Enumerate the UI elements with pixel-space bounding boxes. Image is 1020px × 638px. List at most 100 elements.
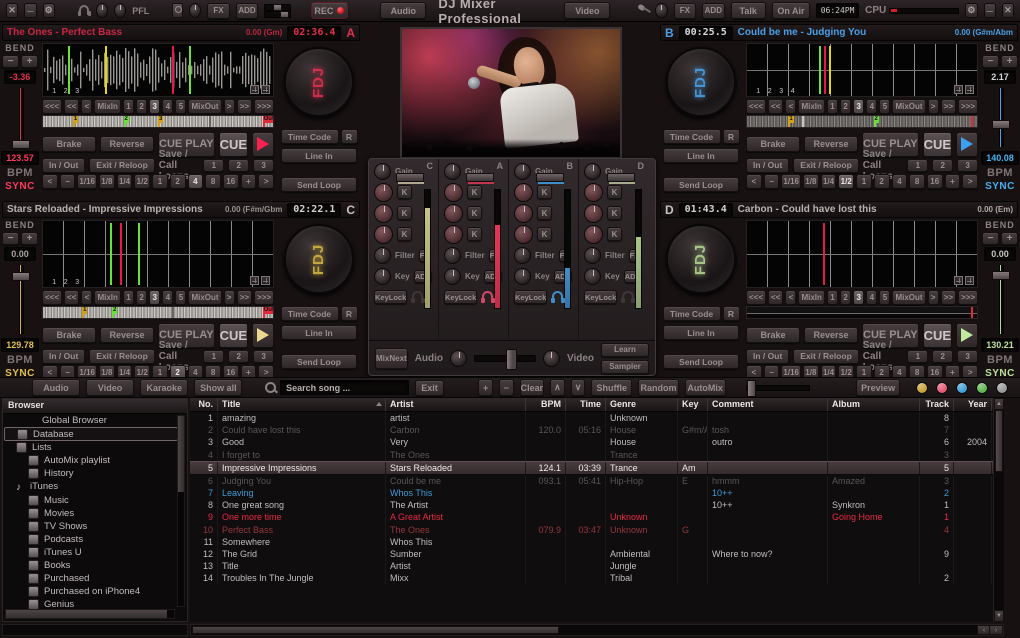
nav--button[interactable]: >> [941, 290, 956, 305]
nav-1-button[interactable]: 1 [123, 99, 134, 114]
minimize-icon[interactable]: ─ [24, 3, 36, 18]
nav-1-button[interactable]: 1 [123, 290, 134, 305]
nav-4-button[interactable]: 4 [162, 99, 173, 114]
nav--button[interactable]: << [768, 99, 783, 114]
time-code-r-button[interactable]: R [723, 129, 740, 144]
loop-slot-2-button[interactable]: 2 [228, 350, 249, 363]
filter-knob[interactable] [444, 247, 461, 264]
nav--button[interactable]: >> [941, 99, 956, 114]
loop-size-button[interactable]: 4 [892, 174, 908, 189]
video-output-button[interactable]: Video [564, 2, 610, 19]
send-loop-button[interactable]: Send Loop [281, 177, 357, 192]
phones-mix-knob[interactable] [114, 3, 126, 18]
loop-size-button[interactable]: 1/2 [838, 174, 854, 189]
nav-mixout-button[interactable]: MixOut [188, 99, 221, 114]
nav--button[interactable]: <<< [42, 290, 62, 305]
filter-video-button[interactable]: Video [86, 379, 134, 396]
nav-mixout-button[interactable]: MixOut [892, 99, 925, 114]
channel-fader[interactable] [536, 173, 564, 182]
nav--button[interactable]: > [928, 99, 939, 114]
table-vertical-scrollbar[interactable]: ▲ ▼ [993, 398, 1004, 622]
nav-mixin-button[interactable]: MixIn [798, 290, 824, 305]
waveform-zoomed[interactable] [746, 220, 978, 288]
mic-add-button[interactable]: ADD [702, 3, 725, 19]
reverse-button[interactable]: Reverse [100, 136, 154, 152]
line-in-button[interactable]: Line In [281, 325, 357, 340]
nav-mixin-button[interactable]: MixIn [94, 290, 120, 305]
eq-kill-button[interactable]: K [607, 185, 622, 199]
browser-horizontal-scrollbar[interactable] [5, 609, 175, 619]
nav-2-button[interactable]: 2 [136, 99, 147, 114]
loop-slot-3-button[interactable]: 3 [957, 159, 978, 172]
eq-kill-button[interactable]: K [537, 185, 552, 199]
key-knob[interactable] [444, 268, 461, 285]
eq-knob[interactable] [584, 225, 603, 244]
column-header-track[interactable]: Track [920, 398, 954, 411]
loop-size-button[interactable]: < [42, 174, 58, 189]
loop-size-button[interactable]: < [746, 174, 762, 189]
nav--button[interactable]: < [785, 290, 796, 305]
shuffle-button[interactable]: Shuffle [591, 379, 632, 396]
column-header-comment[interactable]: Comment [708, 398, 828, 411]
column-header-bpm[interactable]: BPM [526, 398, 566, 411]
channel-headphone-icon[interactable] [621, 291, 635, 303]
sidebar-item-global-browser[interactable]: Global Browser [4, 414, 178, 427]
eq-kill-button[interactable]: K [467, 227, 482, 241]
color-tag-dot[interactable] [956, 382, 968, 394]
color-tag-dot[interactable] [976, 382, 988, 394]
play-button[interactable] [956, 323, 978, 348]
line-in-button[interactable]: Line In [663, 325, 739, 340]
channel-headphone-icon[interactable] [481, 291, 494, 303]
sidebar-item-tv-shows[interactable]: TV Shows [4, 520, 178, 533]
reverse-button[interactable]: Reverse [804, 136, 858, 152]
zoom-grid-icons[interactable] [954, 85, 974, 94]
eq-knob[interactable] [444, 225, 463, 244]
nav-3-button[interactable]: 3 [149, 290, 160, 305]
time-code-r-button[interactable]: R [723, 306, 740, 321]
table-row[interactable]: 4I forget toThe OnesTrance3 [190, 449, 1004, 461]
bend-minus-button[interactable]: − [2, 232, 19, 245]
nav--button[interactable]: >> [237, 290, 252, 305]
filter-knob[interactable] [584, 247, 601, 264]
color-tag-dot[interactable] [936, 382, 948, 394]
eq-kill-button[interactable]: K [467, 206, 482, 220]
search-input[interactable] [280, 380, 409, 395]
sidebar-item-lists[interactable]: Lists [4, 441, 178, 454]
column-header-key[interactable]: Key [678, 398, 708, 411]
waveform-zoomed[interactable]: 123 [42, 220, 274, 288]
brake-button[interactable]: Brake [42, 327, 96, 343]
nav--button[interactable]: < [81, 290, 92, 305]
nav-mixout-button[interactable]: MixOut [892, 290, 925, 305]
brake-button[interactable]: Brake [746, 327, 800, 343]
loop-slot-2-button[interactable]: 2 [932, 159, 953, 172]
bend-plus-button[interactable]: + [1001, 55, 1018, 68]
keylock-button[interactable]: KeyLock [374, 290, 407, 304]
reverse-button[interactable]: Reverse [100, 327, 154, 343]
preview-button[interactable]: Preview [856, 379, 900, 396]
nav--button[interactable]: >> [237, 99, 252, 114]
phones-volume-knob[interactable] [96, 3, 108, 18]
keylock-button[interactable]: KeyLock [584, 290, 617, 304]
bend-plus-button[interactable]: + [1001, 232, 1018, 245]
master-balance-sliders[interactable] [264, 4, 291, 18]
nav-1-button[interactable]: 1 [827, 99, 838, 114]
send-loop-button[interactable]: Send Loop [281, 354, 357, 369]
cue-button[interactable]: CUE [219, 132, 248, 157]
nav-4-button[interactable]: 4 [866, 290, 877, 305]
table-row[interactable]: 14Troubles In The JungleMixxTribal2 [190, 572, 1004, 584]
close-icon[interactable]: ✕ [1002, 3, 1014, 18]
table-row[interactable]: 11SomewhereWhos This [190, 536, 1004, 548]
loop-size-button[interactable]: − [764, 174, 780, 189]
color-tag-dot[interactable] [916, 382, 928, 394]
master-fx-button[interactable]: FX [207, 3, 230, 19]
column-header-title[interactable]: Title [218, 398, 386, 411]
on-air-button[interactable]: On Air [772, 2, 810, 19]
loop-size-button[interactable]: 1/8 [803, 174, 819, 189]
nav-2-button[interactable]: 2 [136, 290, 147, 305]
exit-reloop-button[interactable]: Exit / Reloop [89, 158, 154, 173]
send-loop-button[interactable]: Send Loop [663, 354, 739, 369]
sync-button[interactable]: SYNC [985, 181, 1015, 192]
scroll-thumb[interactable] [995, 410, 1003, 472]
pitch-slider[interactable] [15, 265, 25, 334]
loop-slot-2-button[interactable]: 2 [228, 159, 249, 172]
